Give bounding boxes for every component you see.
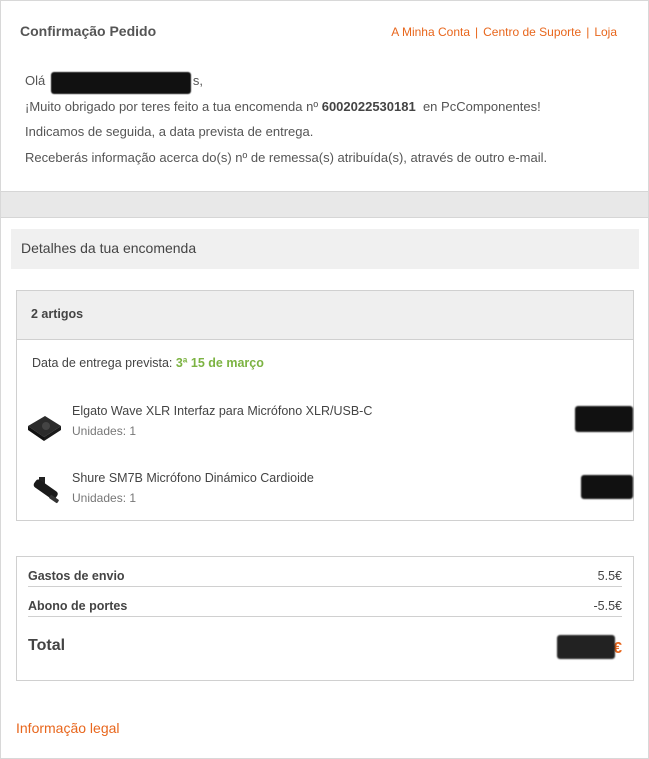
info-line: Indicamos de seguida, a data prevista de… (25, 124, 314, 139)
audio-interface-icon (28, 416, 61, 441)
email-frame: Confirmação Pedido A Minha Conta | Centr… (0, 0, 649, 759)
discount-row: Abono de portes -5.5€ (28, 587, 622, 617)
shipping-value: 5.5€ (597, 569, 622, 583)
link-separator: | (586, 25, 590, 39)
microphone-icon (33, 477, 59, 504)
order-number: 6002022530181 (321, 98, 416, 114)
item-price (581, 475, 633, 499)
redacted-price (581, 475, 633, 499)
redacted-name (50, 72, 191, 95)
delivery-label: Data de entrega prevista: (32, 356, 173, 370)
thanks-suffix: en PcComponentes! (422, 98, 541, 114)
store-link[interactable]: Loja (594, 25, 617, 39)
item-price (575, 406, 633, 432)
shipping-label: Gastos de envio (28, 569, 125, 583)
delivery-date: 3ª 15 de março (175, 356, 264, 370)
page-title: Confirmação Pedido (20, 23, 157, 39)
total-row: Total € (28, 632, 622, 672)
greeting-text: Olá s, ¡Muito obrigado por teres feito a… (25, 68, 547, 170)
total-value: € (557, 635, 622, 659)
discount-value: -5.5€ (593, 599, 623, 613)
shipment-info-line: Receberás informação acerca do(s) nº de … (25, 149, 548, 165)
delivery-info: Data de entrega prevista: 3ª 15 de março (32, 356, 264, 370)
divider-band (1, 191, 648, 218)
totals-box: Gastos de envio 5.5€ Abono de portes -5.… (16, 556, 634, 681)
hello-text: Olá (25, 73, 46, 88)
list-item: Elgato Wave XLR Interfaz para Micrófono … (25, 404, 633, 454)
thanks-text: ¡Muito obrigado por teres feito a tua en… (25, 98, 319, 114)
greeting-line: Olá s, (25, 68, 547, 95)
shipping-row: Gastos de envio 5.5€ (28, 557, 622, 587)
redacted-total (557, 635, 616, 659)
item-name[interactable]: Elgato Wave XLR Interfaz para Micrófono … (72, 404, 372, 418)
order-box: 2 artigos Data de entrega prevista: 3ª 1… (16, 290, 634, 521)
name-suffix: s, (192, 73, 203, 88)
email-header: Confirmação Pedido A Minha Conta | Centr… (1, 1, 648, 191)
redacted-price (575, 406, 633, 432)
top-links: A Minha Conta | Centro de Suporte | Loja (391, 25, 617, 39)
link-separator: | (475, 25, 479, 39)
item-name[interactable]: Shure SM7B Micrófono Dinámico Cardioide (72, 471, 314, 485)
item-units: Unidades: 1 (72, 491, 137, 505)
total-label: Total (28, 637, 66, 654)
my-account-link[interactable]: A Minha Conta (391, 25, 470, 39)
legal-info-link[interactable]: Informação legal (16, 720, 120, 736)
order-details-heading: Detalhes da tua encomenda (11, 229, 639, 269)
thanks-line: ¡Muito obrigado por teres feito a tua en… (25, 94, 547, 120)
discount-label: Abono de portes (28, 599, 128, 613)
item-units: Unidades: 1 (72, 424, 137, 438)
list-item: Shure SM7B Micrófono Dinámico Cardioide … (25, 471, 633, 521)
support-center-link[interactable]: Centro de Suporte (483, 25, 581, 39)
item-count: 2 artigos (17, 291, 633, 340)
